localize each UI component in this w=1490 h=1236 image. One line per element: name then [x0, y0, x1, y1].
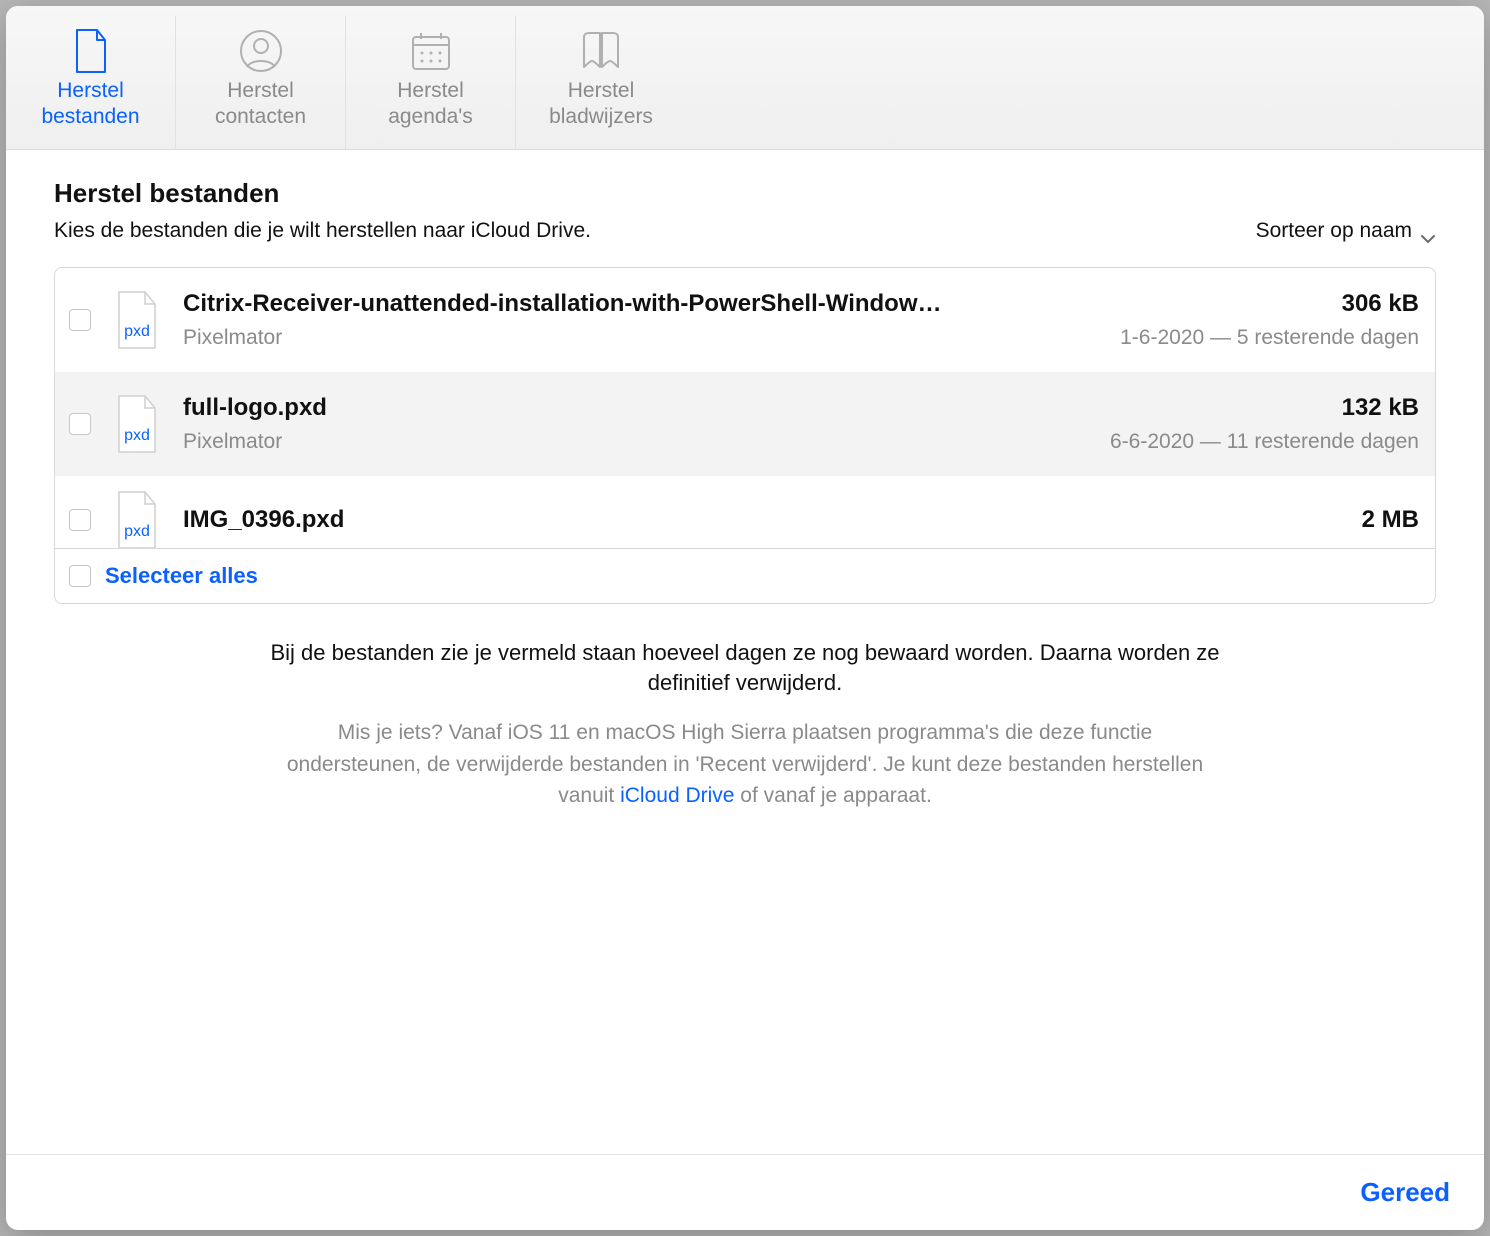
svg-text:pxd: pxd: [124, 323, 150, 340]
chevron-down-icon: [1420, 226, 1436, 236]
page-title: Herstel bestanden: [54, 178, 1436, 209]
explain-main: Bij de bestanden zie je vermeld staan ho…: [270, 638, 1220, 700]
file-name: full-logo.pxd: [183, 394, 327, 422]
file-row[interactable]: pxd Citrix-Receiver-unattended-installat…: [55, 268, 1435, 372]
document-icon: [16, 24, 165, 78]
file-size: 132 kB: [1342, 394, 1419, 422]
bookmark-icon: [526, 24, 676, 78]
content-area: Herstel bestanden Kies de bestanden die …: [6, 150, 1484, 1155]
file-row[interactable]: pxd full-logo.pxd 132 kB Pixelmator 6-6-…: [55, 372, 1435, 476]
explain-block: Bij de bestanden zie je vermeld staan ho…: [270, 638, 1220, 812]
file-type-icon: pxd: [109, 394, 165, 454]
tab-restore-calendars[interactable]: Herstel agenda's: [346, 16, 516, 149]
file-date: 1-6-2020 — 5 resterende dagen: [1120, 326, 1419, 350]
intro-text: Kies de bestanden die je wilt herstellen…: [54, 219, 591, 243]
tab-label: Herstel bestanden: [16, 78, 165, 131]
calendar-icon: [356, 24, 505, 78]
restore-dialog: Herstel bestanden Herstel contacten: [6, 6, 1484, 1230]
sort-dropdown[interactable]: Sorteer op naam: [1256, 219, 1436, 243]
tab-label: Herstel agenda's: [356, 78, 505, 131]
file-date: 6-6-2020 — 11 resterende dagen: [1110, 430, 1419, 454]
file-checkbox[interactable]: [69, 509, 91, 531]
select-all-checkbox[interactable]: [69, 565, 91, 587]
file-size: 2 MB: [1362, 506, 1419, 534]
tab-restore-files[interactable]: Herstel bestanden: [6, 16, 176, 149]
tab-label: Herstel bladwijzers: [526, 78, 676, 131]
select-all-row: Selecteer alles: [55, 548, 1435, 603]
explain-sub: Mis je iets? Vanaf iOS 11 en macOS High …: [270, 717, 1220, 812]
svg-text:pxd: pxd: [124, 523, 150, 540]
contact-icon: [186, 24, 335, 78]
select-all-label[interactable]: Selecteer alles: [105, 563, 258, 589]
file-checkbox[interactable]: [69, 309, 91, 331]
file-name: IMG_0396.pxd: [183, 506, 344, 534]
file-checkbox[interactable]: [69, 413, 91, 435]
icloud-drive-link[interactable]: iCloud Drive: [620, 784, 734, 807]
tab-label: Herstel contacten: [186, 78, 335, 131]
explain-sub-after: of vanaf je apparaat.: [734, 784, 931, 807]
tab-restore-bookmarks[interactable]: Herstel bladwijzers: [516, 16, 686, 149]
sort-label: Sorteer op naam: [1256, 219, 1412, 243]
file-type-icon: pxd: [109, 490, 165, 548]
svg-text:pxd: pxd: [124, 427, 150, 444]
intro-row: Kies de bestanden die je wilt herstellen…: [54, 219, 1436, 243]
tab-bar: Herstel bestanden Herstel contacten: [6, 6, 1484, 150]
file-rows: pxd Citrix-Receiver-unattended-installat…: [55, 268, 1435, 548]
file-row[interactable]: pxd IMG_0396.pxd 2 MB: [55, 476, 1435, 548]
file-app: Pixelmator: [183, 326, 282, 350]
file-name: Citrix-Receiver-unattended-installation-…: [183, 290, 942, 318]
tab-restore-contacts[interactable]: Herstel contacten: [176, 16, 346, 149]
file-type-icon: pxd: [109, 290, 165, 350]
done-button[interactable]: Gereed: [1360, 1177, 1450, 1208]
file-app: Pixelmator: [183, 430, 282, 454]
file-size: 306 kB: [1342, 290, 1419, 318]
file-list: pxd Citrix-Receiver-unattended-installat…: [54, 267, 1436, 604]
footer: Gereed: [6, 1154, 1484, 1230]
